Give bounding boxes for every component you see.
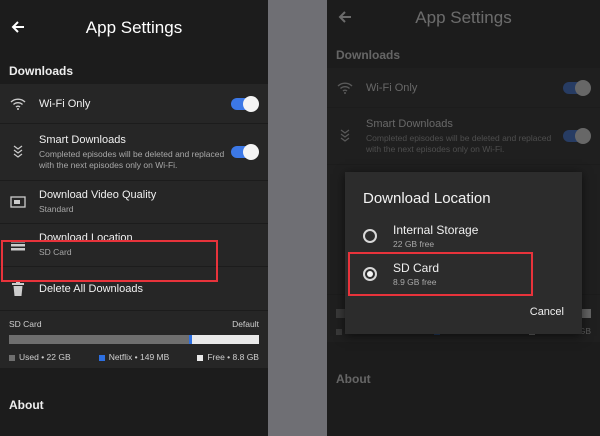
setting-value: Standard bbox=[39, 204, 74, 214]
highlight-sd-card-option bbox=[348, 252, 533, 296]
section-header-downloads: Downloads bbox=[9, 64, 74, 78]
legend-used: Used • 22 GB bbox=[9, 352, 71, 362]
legend-free: Free • 8.8 GB bbox=[197, 352, 259, 362]
video-quality-icon bbox=[9, 196, 27, 208]
setting-row-video-quality[interactable]: Download Video Quality Standard bbox=[0, 181, 268, 224]
wifi-icon bbox=[336, 81, 354, 94]
setting-row-wifi-only[interactable]: Wi-Fi Only bbox=[0, 84, 268, 124]
setting-row-wifi-only[interactable]: Wi-Fi Only bbox=[327, 68, 600, 108]
storage-free-segment bbox=[191, 335, 259, 344]
page-title: App Settings bbox=[415, 8, 512, 27]
divider-gap bbox=[268, 0, 327, 436]
storage-bar bbox=[9, 335, 259, 344]
back-arrow-icon[interactable] bbox=[337, 9, 355, 27]
setting-row-smart-downloads[interactable]: Smart Downloads Completed episodes will … bbox=[0, 124, 268, 181]
storage-indicator: SD Card Default Used • 22 GB Netflix • 1… bbox=[0, 311, 268, 368]
smart-downloads-icon bbox=[9, 145, 27, 159]
section-header-about: About bbox=[336, 372, 371, 386]
cancel-button[interactable]: Cancel bbox=[530, 306, 564, 318]
setting-label: Download Video Quality bbox=[39, 189, 157, 201]
highlight-download-location bbox=[1, 240, 218, 282]
settings-screen-left: App Settings Downloads Wi-Fi Only Smart … bbox=[0, 0, 268, 436]
smart-downloads-toggle[interactable] bbox=[231, 144, 259, 160]
radio-internal-storage[interactable] bbox=[363, 229, 377, 243]
page-title: App Settings bbox=[85, 18, 183, 37]
wifi-only-toggle[interactable] bbox=[563, 79, 591, 96]
setting-label: Smart Downloads bbox=[366, 117, 453, 130]
app-bar: App Settings bbox=[0, 0, 268, 56]
app-bar: App Settings bbox=[327, 0, 600, 36]
dialog-title: Download Location bbox=[363, 190, 491, 207]
section-header-downloads: Downloads bbox=[336, 48, 401, 62]
setting-label: Wi-Fi Only bbox=[39, 97, 91, 110]
option-internal-storage[interactable]: Internal Storage 22 GB free bbox=[345, 217, 582, 255]
setting-label: Smart Downloads bbox=[39, 133, 126, 146]
smart-downloads-icon bbox=[336, 129, 354, 143]
storage-mode: Default bbox=[232, 319, 259, 329]
setting-label: Wi-Fi Only bbox=[366, 81, 418, 94]
setting-description: Completed episodes will be deleted and r… bbox=[366, 132, 552, 154]
option-label: Internal Storage bbox=[393, 223, 479, 237]
legend-netflix: Netflix • 149 MB bbox=[98, 352, 169, 362]
option-free-space: 22 GB free bbox=[393, 239, 435, 249]
wifi-icon bbox=[9, 97, 27, 110]
setting-description: Completed episodes will be deleted and r… bbox=[39, 148, 225, 170]
wifi-only-toggle[interactable] bbox=[231, 95, 259, 112]
setting-row-smart-downloads[interactable]: Smart Downloads Completed episodes will … bbox=[327, 108, 600, 165]
setting-label: Delete All Downloads bbox=[39, 282, 143, 295]
back-arrow-icon[interactable] bbox=[10, 19, 28, 37]
section-header-about: About bbox=[9, 398, 44, 412]
comparison-stage: App Settings Downloads Wi-Fi Only Smart … bbox=[0, 0, 600, 436]
smart-downloads-toggle[interactable] bbox=[563, 128, 591, 144]
storage-used-segment bbox=[9, 335, 189, 344]
storage-device: SD Card bbox=[9, 319, 42, 329]
trash-icon bbox=[9, 281, 27, 296]
